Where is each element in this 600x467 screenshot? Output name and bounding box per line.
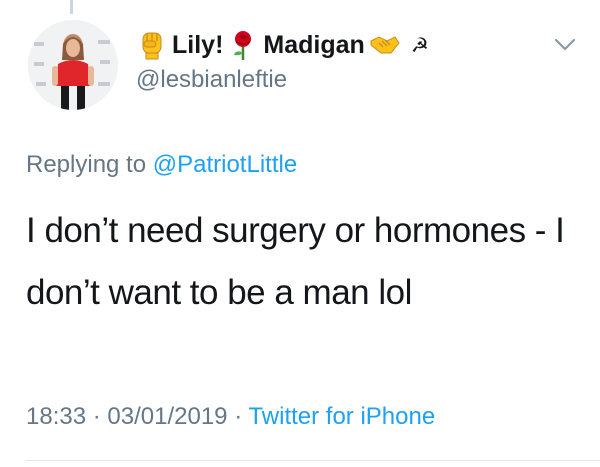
tweet-text: I don’t need surgery or hormones - I don… (26, 211, 565, 312)
thread-connector-line (70, 0, 73, 14)
chevron-down-icon[interactable] (554, 38, 576, 52)
tweet-metadata: 18:33 · 03/01/2019 · Twitter for iPhone (26, 403, 435, 431)
replying-to-line: Replying to @PatriotLittle (26, 151, 297, 179)
avatar[interactable] (28, 20, 118, 110)
tweet-date[interactable]: 03/01/2019 (107, 403, 227, 430)
divider (26, 460, 600, 461)
rose-icon (227, 29, 259, 61)
separator: · (92, 403, 101, 430)
raised-fist-icon (136, 29, 168, 61)
reply-mention-link[interactable]: @PatriotLittle (153, 151, 297, 178)
tweet-header: Lily! Madigan ☭ @lesbianleftie (136, 26, 580, 94)
hammer-sickle-symbol: ☭ (410, 34, 429, 57)
display-name-first: Lily! (172, 30, 224, 59)
display-name-last: Madigan (263, 30, 365, 59)
replying-to-label: Replying to (26, 151, 147, 178)
display-name[interactable]: Lily! Madigan ☭ (136, 26, 580, 64)
separator: · (234, 403, 243, 430)
tweet-source-link[interactable]: Twitter for iPhone (248, 403, 435, 430)
user-handle[interactable]: @lesbianleftie (136, 66, 580, 94)
handshake-icon (369, 29, 401, 61)
tweet-time[interactable]: 18:33 (26, 403, 86, 430)
